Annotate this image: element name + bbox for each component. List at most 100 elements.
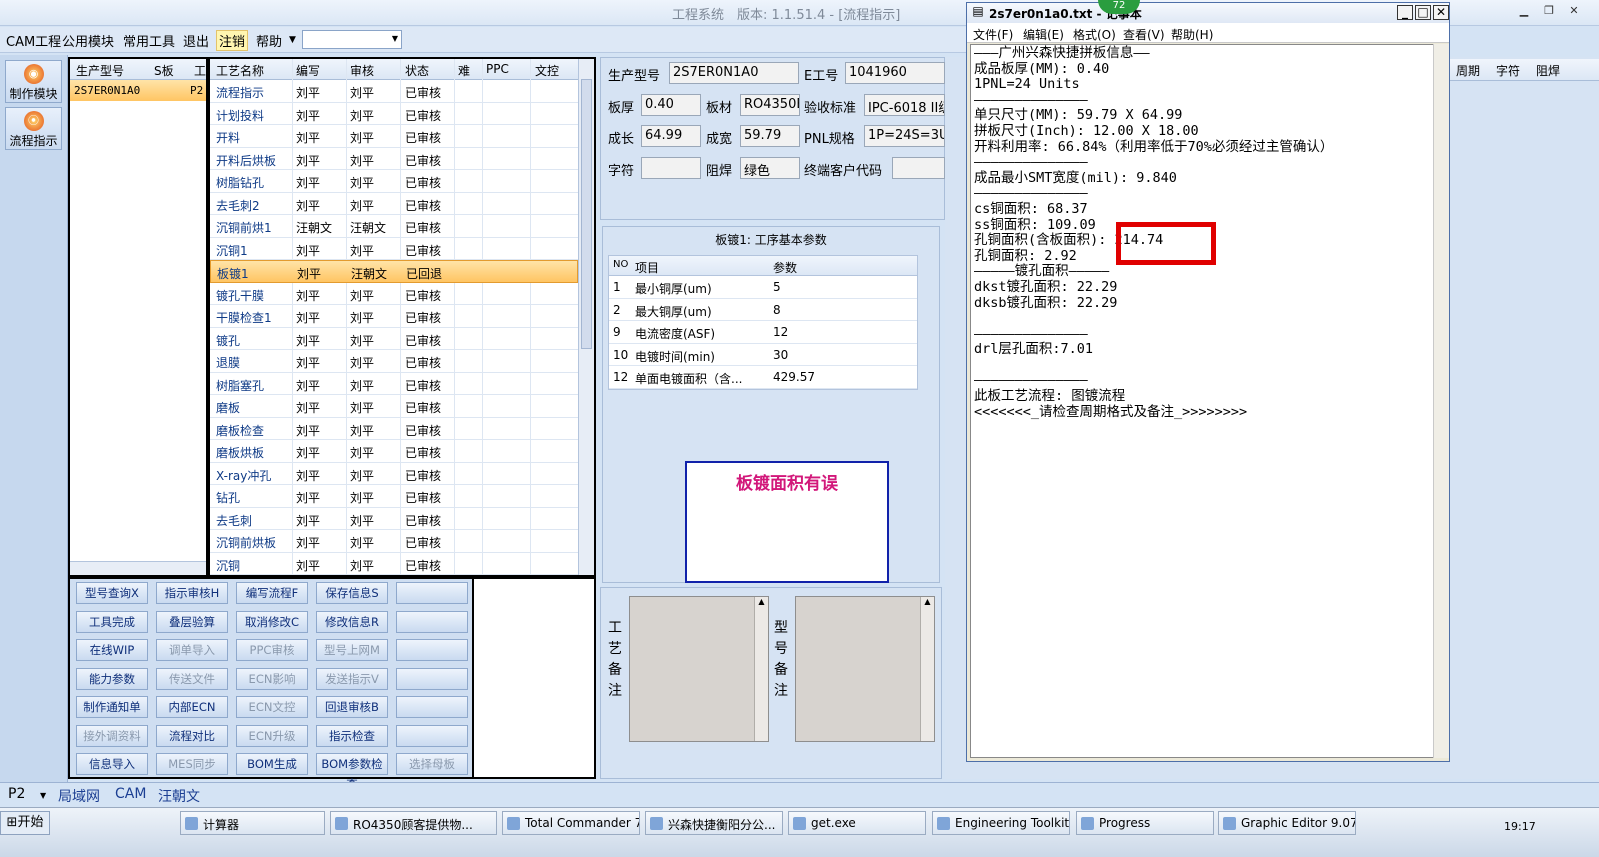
np-menu-edit[interactable]: 编辑(E) bbox=[1023, 26, 1064, 43]
notepad-close-icon[interactable]: ✕ bbox=[1433, 5, 1449, 20]
action-button-5-0[interactable]: 接外调资料 bbox=[76, 724, 148, 747]
width-field[interactable]: 59.79 bbox=[740, 125, 800, 147]
table-row[interactable]: 镀孔干膜 刘平 刘平 已审核 bbox=[210, 283, 578, 305]
table-row[interactable]: 沉铜 刘平 刘平 已审核 bbox=[210, 553, 578, 575]
table-row[interactable]: 板镀1 刘平 汪朝文 已回退 bbox=[210, 260, 578, 283]
action-button-1-2[interactable]: 取消修改C bbox=[236, 610, 308, 633]
action-button-2-0[interactable]: 在线WIP bbox=[76, 639, 148, 661]
action-button-4-2[interactable]: ECN文控 bbox=[236, 696, 308, 718]
action-button-6-2[interactable]: BOM生成 bbox=[236, 753, 308, 775]
action-button-1-1[interactable]: 叠层验算 bbox=[156, 610, 228, 633]
col-doc-control[interactable]: 文控 bbox=[535, 62, 559, 79]
menu-combo[interactable]: ▼ bbox=[302, 30, 402, 49]
np-menu-view[interactable]: 查看(V) bbox=[1123, 26, 1165, 43]
col-ppc[interactable]: PPC bbox=[486, 62, 509, 76]
table-row[interactable]: 钻孔 刘平 刘平 已审核 bbox=[210, 485, 578, 508]
process-remark-box[interactable]: ▲ bbox=[629, 596, 769, 742]
action-button-3-2[interactable]: ECN影响 bbox=[236, 667, 308, 690]
col-item[interactable]: 项目 bbox=[635, 259, 659, 276]
empty-button[interactable] bbox=[396, 696, 468, 718]
action-button-2-3[interactable]: 型号上网M bbox=[316, 639, 388, 661]
standard-field[interactable]: IPC-6018 II级 bbox=[864, 94, 945, 116]
table-row[interactable]: 去毛刺2 刘平 刘平 已审核 bbox=[210, 193, 578, 215]
action-button-1-3[interactable]: 修改信息R bbox=[316, 610, 388, 633]
table-row[interactable]: 开料 刘平 刘平 已审核 bbox=[210, 125, 578, 148]
taskbar-item[interactable]: Engineering Toolkit 9.... bbox=[932, 811, 1070, 835]
action-button-1-0[interactable]: 工具完成 bbox=[76, 610, 148, 633]
chevron-down-icon[interactable]: ▼ bbox=[40, 791, 46, 800]
table-row[interactable]: 磨板烘板 刘平 刘平 已审核 bbox=[210, 440, 578, 463]
empty-button[interactable] bbox=[396, 667, 468, 690]
action-button-4-0[interactable]: 制作通知单 bbox=[76, 696, 148, 718]
scroll-thumb[interactable] bbox=[581, 79, 592, 349]
np-menu-help[interactable]: 帮助(H) bbox=[1171, 26, 1213, 43]
action-button-2-2[interactable]: PPC审核 bbox=[236, 639, 308, 661]
table-row[interactable]: 沉铜前烘1 汪朝文 汪朝文 已审核 bbox=[210, 215, 578, 238]
table-row[interactable]: 沉铜前烘板 刘平 刘平 已审核 bbox=[210, 530, 578, 553]
menu-cam[interactable]: CAM工程 bbox=[6, 31, 61, 50]
remark-scrollbar[interactable]: ▲ bbox=[754, 597, 768, 741]
action-button-6-3[interactable]: BOM参数检查 bbox=[316, 753, 388, 791]
table-row[interactable]: 1 最小铜厚(um) 5 bbox=[609, 276, 917, 299]
table-row[interactable]: 10 电镀时间(min) 30 bbox=[609, 344, 917, 366]
mask-field[interactable]: 绿色 bbox=[740, 157, 800, 179]
empty-button[interactable] bbox=[396, 724, 468, 747]
col-s-board[interactable]: S板 bbox=[154, 62, 174, 79]
table-row[interactable]: 开料后烘板 刘平 刘平 已审核 bbox=[210, 148, 578, 170]
col-no[interactable]: NO bbox=[613, 259, 628, 270]
table-row[interactable]: X-ray冲孔 刘平 刘平 已审核 bbox=[210, 463, 578, 485]
table-row[interactable]: 树脂塞孔 刘平 刘平 已审核 bbox=[210, 373, 578, 395]
col-period[interactable]: 周期 bbox=[1456, 62, 1480, 79]
thickness-field[interactable]: 0.40 bbox=[641, 94, 701, 116]
menu-chevron-icon[interactable]: ▼ bbox=[289, 35, 296, 45]
table-row[interactable]: 12 单面电镀面积（含... 429.57 bbox=[609, 366, 917, 389]
action-button-3-0[interactable]: 能力参数 bbox=[76, 667, 148, 690]
taskbar-item[interactable]: Total Commander 7.0... bbox=[502, 811, 640, 835]
action-button-2-1[interactable]: 调单导入 bbox=[156, 639, 228, 661]
action-button-5-3[interactable]: 指示检查 bbox=[316, 724, 388, 747]
action-button-4-1[interactable]: 内部ECN bbox=[156, 696, 228, 718]
taskbar-item[interactable]: 兴森快捷衡阳分公... bbox=[645, 811, 783, 835]
maximize-icon[interactable]: ❐ bbox=[1541, 4, 1557, 18]
table-row[interactable]: 磨板 刘平 刘平 已审核 bbox=[210, 395, 578, 418]
col-silk[interactable]: 字符 bbox=[1496, 62, 1520, 79]
notepad-minimize-icon[interactable]: _ bbox=[1397, 5, 1413, 20]
notepad-title-bar[interactable]: ▤ 2s7er0n1a0.txt - 记事本 _ □ ✕ bbox=[967, 3, 1449, 23]
remark-scrollbar[interactable]: ▲ bbox=[920, 597, 934, 741]
col-status[interactable]: 状态 bbox=[405, 62, 429, 79]
notepad-text-area[interactable]: ———广州兴森快捷拼板信息—— 成品板厚(MM): 0.40 1PNL=24 Uni… bbox=[970, 44, 1436, 758]
notepad-scrollbar[interactable] bbox=[1433, 44, 1449, 758]
menu-common-module[interactable]: 公用模块 bbox=[62, 31, 114, 50]
length-field[interactable]: 64.99 bbox=[641, 125, 701, 147]
taskbar-item[interactable]: Graphic Editor 9.07b2... bbox=[1218, 811, 1356, 835]
col-model[interactable]: 生产型号 bbox=[76, 62, 124, 79]
customer-field[interactable] bbox=[892, 157, 945, 179]
np-menu-format[interactable]: 格式(O) bbox=[1073, 26, 1116, 43]
table-row[interactable]: 树脂钻孔 刘平 刘平 已审核 bbox=[210, 170, 578, 193]
taskbar-item[interactable]: get.exe bbox=[788, 811, 926, 835]
menu-exit[interactable]: 退出 bbox=[183, 31, 209, 50]
table-row[interactable]: 2S7ER0N1A0 P2 bbox=[70, 80, 206, 101]
action-button-4-3[interactable]: 回退审核B bbox=[316, 696, 388, 718]
action-button-3-3[interactable]: 发送指示V bbox=[316, 667, 388, 690]
action-button-6-1[interactable]: MES同步 bbox=[156, 753, 228, 775]
col-param[interactable]: 参数 bbox=[773, 259, 797, 276]
action-button-0-1[interactable]: 指示审核H bbox=[156, 582, 228, 604]
menu-help[interactable]: 帮助 bbox=[256, 31, 282, 50]
empty-button[interactable] bbox=[396, 639, 468, 661]
model-field[interactable]: 2S7ER0N1A0 bbox=[669, 62, 799, 84]
table-row[interactable]: 镀孔 刘平 刘平 已审核 bbox=[210, 328, 578, 350]
material-field[interactable]: RO4350B bbox=[740, 94, 800, 116]
table-row[interactable]: 沉铜1 刘平 刘平 已审核 bbox=[210, 238, 578, 260]
col-difficulty[interactable]: 难 bbox=[458, 62, 470, 79]
status-combo[interactable]: P2 bbox=[8, 786, 25, 802]
close-icon[interactable]: ✕ bbox=[1566, 4, 1582, 18]
minimize-icon[interactable]: ▁ bbox=[1516, 4, 1532, 18]
action-button-5-1[interactable]: 流程对比 bbox=[156, 724, 228, 747]
col-mask[interactable]: 阻焊 bbox=[1536, 62, 1560, 79]
action-button-0-2[interactable]: 编写流程F bbox=[236, 582, 308, 604]
taskbar-item[interactable]: Progress bbox=[1076, 811, 1214, 835]
taskbar-item[interactable]: RO4350顾客提供物... bbox=[330, 811, 497, 835]
empty-button[interactable] bbox=[396, 582, 468, 604]
menu-tools[interactable]: 常用工具 bbox=[123, 31, 175, 50]
